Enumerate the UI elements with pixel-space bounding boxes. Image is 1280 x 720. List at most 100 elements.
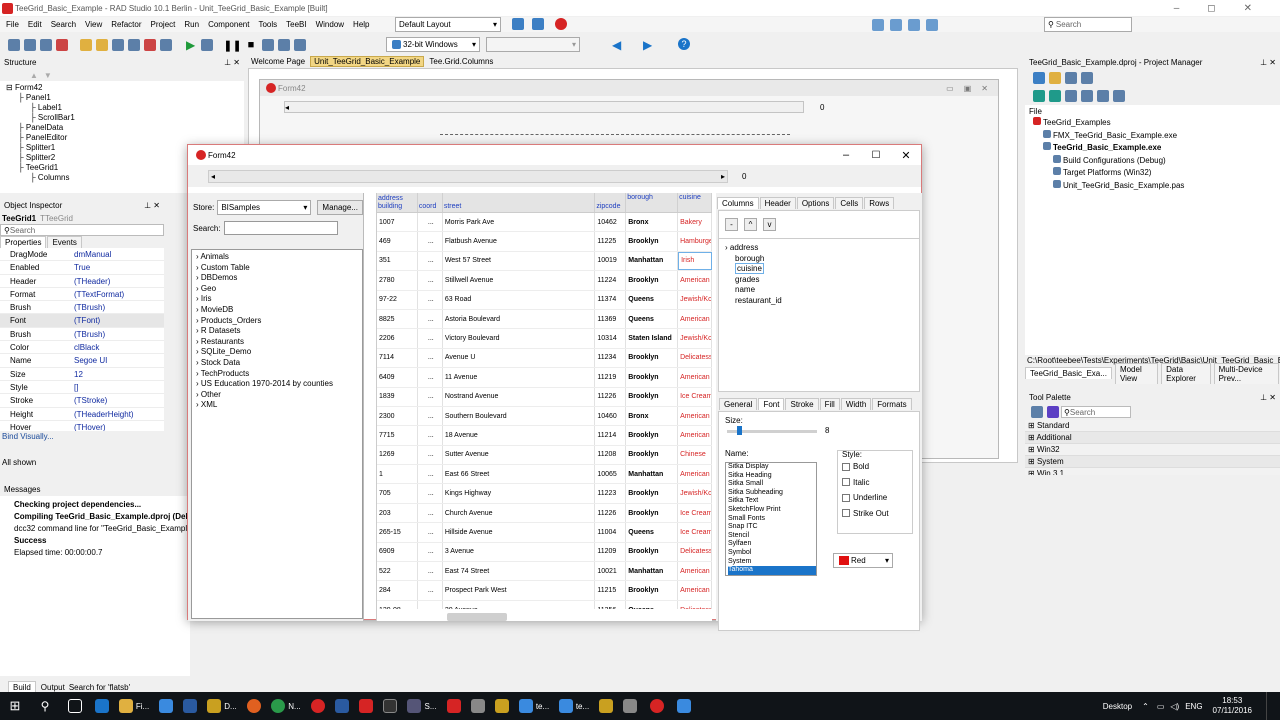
menu-help[interactable]: Help	[353, 20, 369, 29]
property-value[interactable]: clBlack	[74, 341, 99, 353]
table-cell[interactable]: 11219	[595, 368, 627, 387]
column-item[interactable]: grades	[725, 275, 919, 286]
table-row[interactable]: 1269... Sutter Avenue 11208 Brooklyn Chinese	[377, 445, 712, 466]
property-row[interactable]: Name Segoe UI	[0, 354, 164, 368]
tab-search-results[interactable]: Search for 'flatsb'	[69, 683, 130, 692]
table-cell[interactable]: ...	[418, 503, 443, 523]
table-cell[interactable]: 1007	[377, 213, 418, 232]
table-cell[interactable]: Ice Cream	[678, 387, 712, 406]
table-cell[interactable]: American	[678, 368, 712, 387]
taskbar-delphi[interactable]: D...	[202, 692, 242, 720]
table-cell[interactable]: ...	[418, 600, 443, 609]
table-cell[interactable]: Brooklyn	[626, 387, 679, 406]
table-cell[interactable]: Delicatess	[678, 600, 712, 609]
table-row[interactable]: 265-15... Hillside Avenue 11004 Queens Ice C…	[377, 523, 712, 543]
pause-icon[interactable]: ❚❚	[223, 39, 241, 52]
property-value[interactable]: (THeaderHeight)	[74, 408, 134, 420]
table-cell[interactable]: 11234	[595, 348, 627, 368]
table-cell[interactable]: West 57 Street	[443, 251, 596, 271]
project-item[interactable]: TeeGrid_Basic_Example.exe	[1029, 142, 1276, 155]
menu-search[interactable]: Search	[51, 20, 76, 29]
font-list-item[interactable]: Sitka Subheading	[728, 489, 816, 498]
dataset-item[interactable]: › R Datasets	[196, 326, 362, 337]
font-list-item[interactable]: Small Fonts	[728, 515, 816, 524]
table-cell[interactable]: 11226	[595, 387, 627, 406]
table-cell[interactable]: 63 Road	[443, 290, 596, 309]
table-row[interactable]: 8825... Astoria Boulevard 11369 Queens Ameri…	[377, 309, 712, 330]
pm-tab[interactable]: Multi-Device Prev...	[1213, 362, 1279, 384]
sort-icon[interactable]	[1065, 90, 1077, 102]
table-cell[interactable]: Staten Island	[626, 329, 679, 348]
table-cell[interactable]: Hamburge	[678, 232, 712, 251]
menu-view[interactable]: View	[85, 20, 102, 29]
table-cell[interactable]: 705	[377, 484, 418, 503]
taskbar-app-9[interactable]	[672, 692, 696, 720]
run-without-debug-icon[interactable]	[201, 39, 214, 51]
language-indicator[interactable]: ENG	[1185, 702, 1202, 711]
new-icon[interactable]	[8, 39, 20, 51]
table-cell[interactable]: American	[678, 562, 712, 581]
table-cell[interactable]: 11223	[595, 484, 627, 503]
property-row[interactable]: DragMode dmManual	[0, 248, 164, 262]
table-row[interactable]: 6409... 11 Avenue 11219 Brooklyn American	[377, 368, 712, 388]
table-cell[interactable]: Queens	[626, 290, 679, 309]
taskbar-chrome[interactable]: N...	[266, 692, 306, 720]
property-row[interactable]: Brush (TBrush)	[0, 301, 164, 315]
search-button[interactable]: ⚲	[30, 692, 60, 720]
font-list-item[interactable]: Sylfaen	[728, 540, 816, 549]
layout-save-icon[interactable]	[512, 18, 524, 30]
tray-chevron-icon[interactable]: ⌃	[1142, 702, 1149, 711]
table-cell[interactable]: Chinese	[678, 445, 712, 465]
table-cell[interactable]: American	[678, 426, 712, 445]
checkbox-box[interactable]	[842, 478, 850, 487]
table-cell[interactable]: 11374	[595, 290, 627, 309]
layout-dropdown[interactable]: Default Layout ▾	[395, 17, 501, 32]
tab-properties[interactable]: Properties	[0, 236, 47, 248]
messages-list[interactable]: Checking project dependencies... Compilin…	[0, 496, 190, 676]
table-cell[interactable]: 1839	[377, 387, 418, 406]
table-row[interactable]: 351... West 57 Street 10019 Manhattan Irish	[377, 251, 712, 272]
font-list-item[interactable]: Sitka Display	[728, 463, 816, 472]
style-checkbox[interactable]: Strike Out	[842, 506, 908, 522]
dataset-item[interactable]: › Other	[196, 390, 362, 401]
column-move-button[interactable]: -	[725, 218, 738, 231]
step-icon[interactable]	[262, 39, 275, 51]
palette-categories[interactable]: ⊞ Standard ⊞ Additional ⊞ Win32 ⊞ System ⊞ W…	[1025, 420, 1280, 475]
checkbox-box[interactable]	[842, 509, 850, 518]
move-down-icon[interactable]: ▼	[44, 71, 52, 80]
table-cell[interactable]: 20 Avenue	[443, 600, 596, 609]
table-cell[interactable]: Astoria Boulevard	[443, 309, 596, 329]
options-icon[interactable]	[1113, 90, 1125, 102]
property-value[interactable]: (TTextFormat)	[74, 288, 124, 300]
taskbar-app-4[interactable]	[330, 692, 354, 720]
open-project-icon[interactable]	[96, 39, 108, 51]
table-cell[interactable]: Brooklyn	[626, 271, 679, 290]
palette-category[interactable]: ⊞ Win 3.1	[1025, 468, 1280, 475]
taskbar-app-3[interactable]	[178, 692, 202, 720]
clock-icon[interactable]	[908, 19, 920, 31]
table-cell[interactable]: 11215	[595, 581, 627, 600]
editor-tab-rows[interactable]: Rows	[864, 197, 895, 209]
table-row[interactable]: 705... Kings Highway 11223 Brooklyn Jewish/K…	[377, 484, 712, 504]
table-cell[interactable]: Brooklyn	[626, 426, 679, 445]
table-cell[interactable]: Church Avenue	[443, 503, 596, 523]
table-cell[interactable]: Avenue U	[443, 348, 596, 368]
remove-project-icon[interactable]	[144, 39, 156, 51]
pm-tab[interactable]: TeeGrid_Basic_Exa...	[1025, 367, 1112, 379]
project-item[interactable]: Target Platforms (Win32)	[1029, 167, 1276, 180]
table-cell[interactable]: 2780	[377, 271, 418, 290]
calendar-icon[interactable]	[890, 19, 902, 31]
table-cell[interactable]: Manhattan	[626, 251, 679, 271]
table-cell[interactable]: Bronx	[626, 406, 679, 426]
table-row[interactable]: 2206... Victory Boulevard 10314 Staten Isla…	[377, 329, 712, 349]
property-value[interactable]: []	[74, 381, 78, 393]
table-cell[interactable]: Brooklyn	[626, 232, 679, 251]
table-cell[interactable]: Victory Boulevard	[443, 329, 596, 348]
dataset-item[interactable]: › DBDemos	[196, 273, 362, 284]
style-checkbox[interactable]: Bold	[842, 459, 908, 475]
table-cell[interactable]: Flatbush Avenue	[443, 232, 596, 251]
pm-compare-icon[interactable]	[1065, 72, 1077, 84]
dataset-search-input[interactable]	[223, 221, 338, 235]
forward-icon[interactable]: ▶	[643, 38, 652, 52]
horizontal-scrollbar[interactable]: ◂ ▸	[208, 169, 728, 183]
